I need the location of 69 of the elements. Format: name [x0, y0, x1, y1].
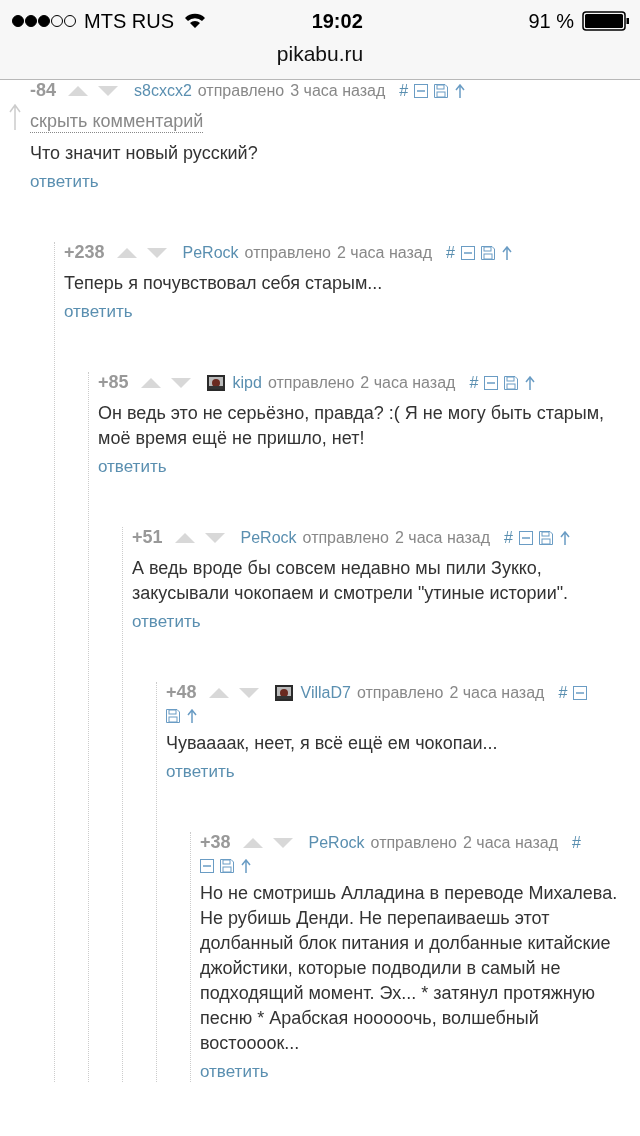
comment-text: Теперь я почувствовал себя старым... — [64, 272, 384, 295]
comment-author[interactable]: PeRock — [308, 833, 365, 852]
collapse-icon[interactable] — [414, 83, 429, 98]
comment-time: 2 часа назад — [463, 833, 559, 852]
comment-score: +238 — [64, 242, 105, 263]
sent-label: отправлено — [356, 683, 444, 702]
sent-label: отправлено — [197, 81, 285, 100]
comment-score: +38 — [200, 832, 231, 853]
comment-link[interactable]: # — [399, 81, 409, 100]
reply-link[interactable]: ответить — [166, 762, 235, 782]
arrow-up-icon[interactable] — [186, 709, 198, 723]
comment-link[interactable]: # — [446, 243, 455, 262]
comment-text: Чуваааак, неет, я всё ещё ем чокопаи... — [166, 732, 499, 755]
comment-text: А ведь вроде бы совсем недавно мы пили Зукко, закусывали чокопаем и смотрели "утиные истории". — [132, 557, 570, 605]
save-icon[interactable] — [220, 859, 234, 873]
reply-link[interactable]: ответить — [132, 612, 201, 632]
reply-link[interactable]: ответить — [200, 1062, 269, 1082]
sent-label: отправлено — [370, 833, 457, 852]
carrier-name: MTS RUS — [84, 9, 174, 33]
arrow-up-icon[interactable] — [500, 245, 513, 260]
comment-text: Что значит новый русский? — [30, 142, 259, 165]
collapse-icon[interactable] — [573, 685, 588, 700]
arrow-up-icon[interactable] — [240, 859, 252, 873]
comment-text: Но не смотришь Алладина в переводе Михалева. Не рубишь Денди. Не перепаиваешь этот долбанный блок питания и долбанные китайские джойстики, которые подводили в самый не подходящий момент. Эх... * затянул протяжную песню * Арабская нооооочь, волшебный востоооок... — [200, 882, 619, 1055]
reply-link[interactable]: ответить — [64, 302, 133, 322]
clock-time: 19:02 — [311, 9, 363, 33]
save-icon[interactable] — [538, 530, 553, 545]
reply-link[interactable]: ответить — [30, 172, 99, 192]
comment-author[interactable]: s8cxcx2 — [134, 81, 192, 100]
comment-author[interactable]: PeRock — [182, 243, 239, 262]
hide-comment-link[interactable]: скрыть комментарий — [30, 111, 204, 133]
comment-author[interactable]: VillaD7 — [300, 683, 351, 702]
url-address[interactable]: pikabu.ru — [0, 42, 640, 66]
battery-icon — [582, 11, 630, 31]
wifi-icon — [184, 13, 206, 29]
save-icon[interactable] — [434, 83, 449, 98]
save-icon[interactable] — [504, 375, 519, 390]
collapse-icon[interactable] — [200, 859, 214, 873]
comment-score: +51 — [132, 527, 163, 548]
arrow-up-icon[interactable] — [454, 83, 467, 98]
comment-time: 2 часа назад — [360, 373, 456, 392]
collapse-icon[interactable] — [484, 375, 499, 390]
collapse-icon[interactable] — [460, 245, 475, 260]
comment-link[interactable]: # — [504, 528, 513, 547]
arrow-up-icon[interactable] — [9, 104, 21, 130]
comment-score: +85 — [98, 372, 129, 393]
reply-link[interactable]: ответить — [98, 457, 167, 477]
signal-icon — [12, 14, 76, 28]
arrow-up-icon[interactable] — [524, 375, 537, 390]
comment-author[interactable]: kipd — [232, 373, 262, 392]
battery-percent: 91 % — [528, 9, 574, 33]
save-icon[interactable] — [480, 245, 495, 260]
comment-score: +48 — [166, 682, 197, 703]
comment-time: 2 часа назад — [337, 243, 433, 262]
comment-score: -84 — [30, 80, 56, 101]
save-icon[interactable] — [166, 709, 180, 723]
collapse-icon[interactable] — [518, 530, 533, 545]
comment-text: Он ведь это не серьёзно, правда? :( Я не могу быть старым, моё время ещё не пришло, нет! — [98, 402, 605, 450]
sent-label: отправлено — [302, 528, 389, 547]
comment-link[interactable]: # — [558, 683, 568, 702]
comment-author[interactable]: PeRock — [240, 528, 297, 547]
comment-link[interactable]: # — [469, 373, 479, 392]
comment-time: 2 часа назад — [395, 528, 491, 547]
sent-label: отправлено — [267, 373, 355, 392]
comment-time: 3 часа назад — [290, 81, 386, 100]
sent-label: отправлено — [244, 243, 331, 262]
arrow-up-icon[interactable] — [558, 530, 571, 545]
comment-link[interactable]: # — [572, 833, 581, 852]
comment-time: 2 часа назад — [449, 683, 545, 702]
